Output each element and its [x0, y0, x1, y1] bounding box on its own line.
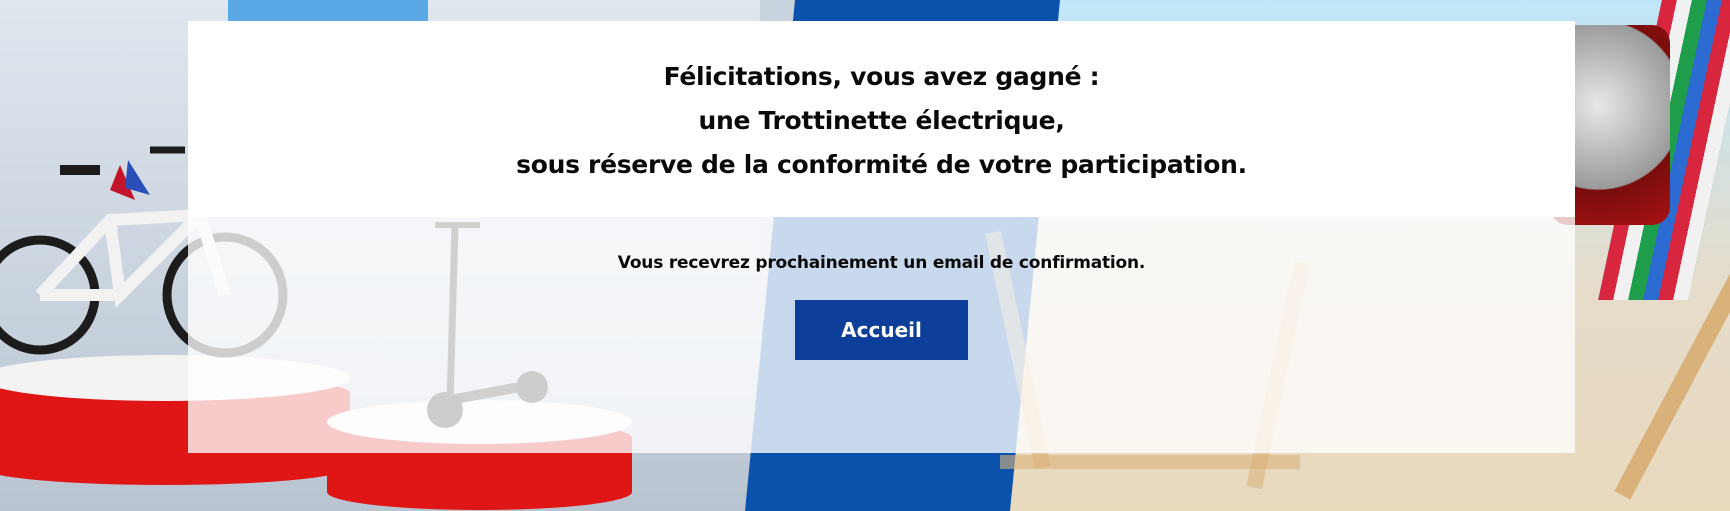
heading-line-2: une Trottinette électrique, — [698, 106, 1065, 135]
page-background: Félicitations, vous avez gagné : une Tro… — [0, 0, 1730, 511]
heading-line-3: sous réserve de la conformité de votre p… — [516, 150, 1247, 179]
confirmation-panel: Félicitations, vous avez gagné : une Tro… — [188, 21, 1575, 453]
home-button[interactable]: Accueil — [795, 300, 968, 360]
heading-line-1: Félicitations, vous avez gagné : — [663, 62, 1100, 91]
deck-chair-frame-4 — [1000, 455, 1300, 469]
email-confirmation-notice: Vous recevrez prochainement un email de … — [617, 253, 1146, 273]
background-sky-patch — [228, 0, 428, 22]
congratulations-heading: Félicitations, vous avez gagné : une Tro… — [188, 55, 1575, 187]
